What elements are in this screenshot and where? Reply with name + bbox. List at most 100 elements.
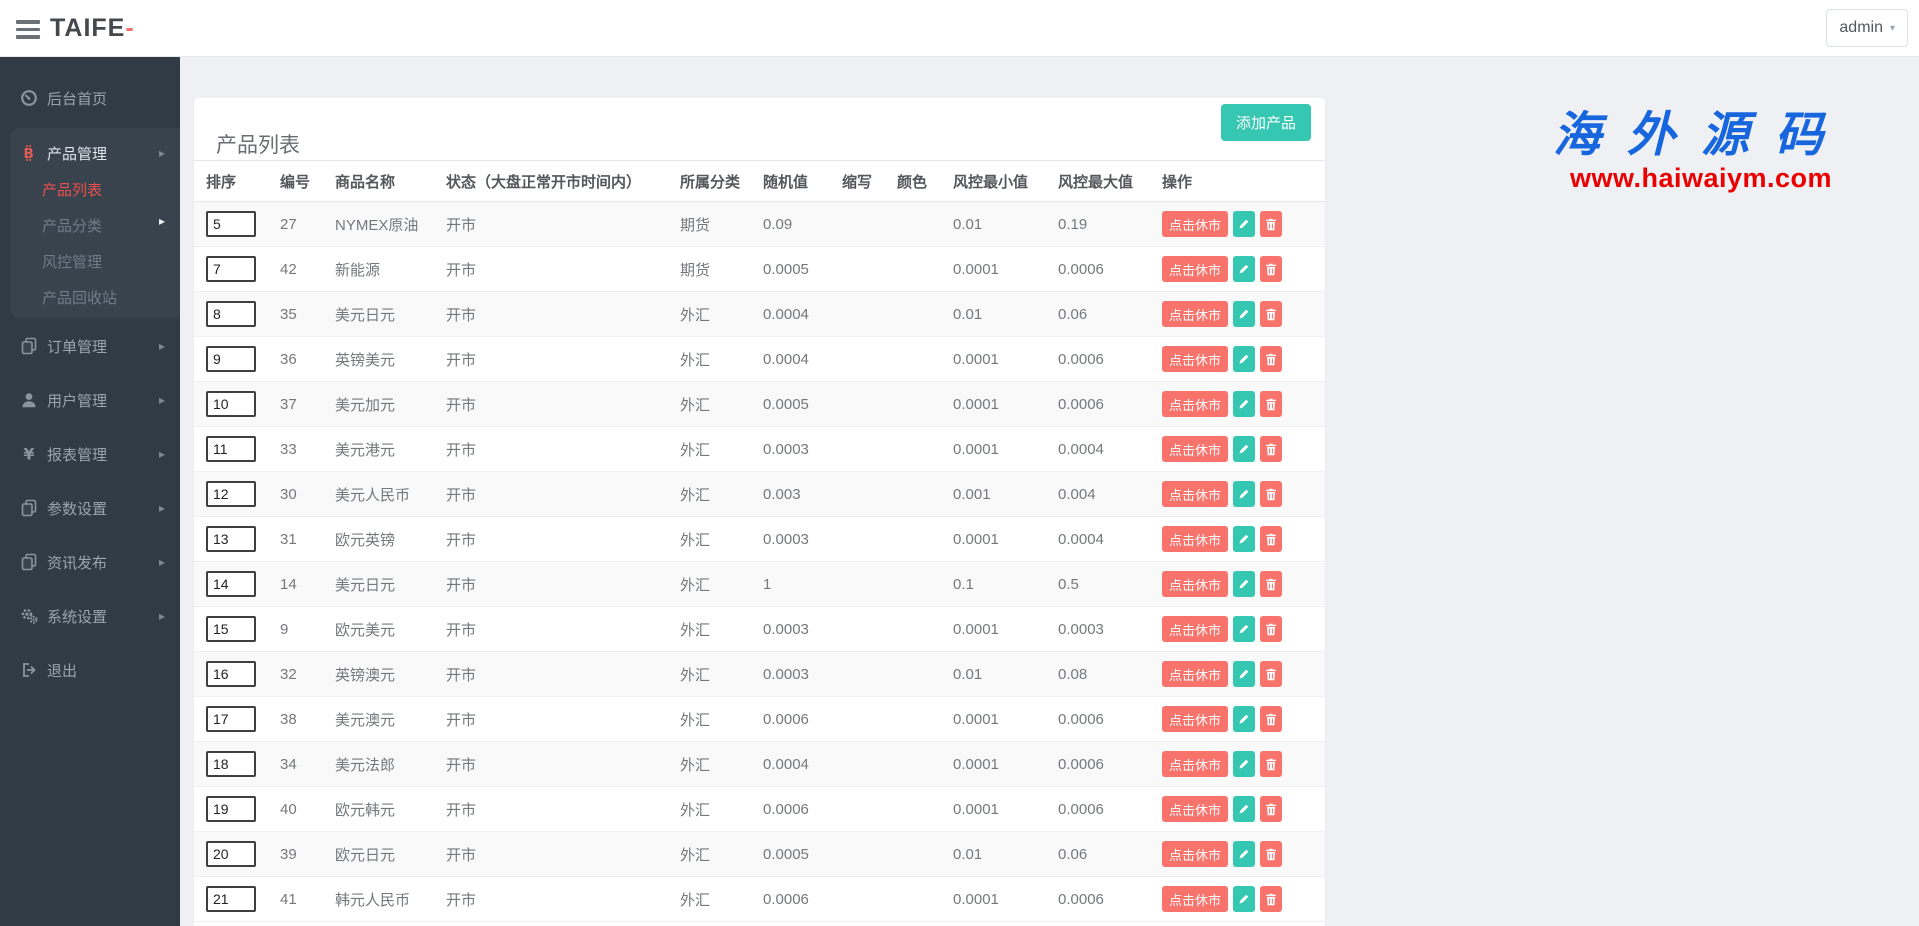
sort-input[interactable] — [206, 256, 256, 282]
edit-button[interactable] — [1233, 841, 1255, 867]
delete-button[interactable] — [1260, 256, 1282, 282]
delete-button[interactable] — [1260, 796, 1282, 822]
sidebar-item-news-publish[interactable]: 资讯发布▸ — [0, 544, 180, 580]
sort-input[interactable] — [206, 616, 256, 642]
table-row: 39欧元日元开市外汇0.00050.010.06点击休市 — [194, 832, 1325, 877]
sidebar-item-system-settings[interactable]: 系统设置▸ — [0, 598, 180, 634]
sort-input[interactable] — [206, 346, 256, 372]
cell-risk_max: 0.06 — [1058, 292, 1162, 337]
delete-button[interactable] — [1260, 391, 1282, 417]
table-row: 31欧元英镑开市外汇0.00030.00010.0004点击休市 — [194, 517, 1325, 562]
close-market-button[interactable]: 点击休市 — [1162, 256, 1228, 282]
product-list-card: 产品列表 添加产品 排序编号商品名称状态（大盘正常开市时间内）所属分类随机值缩写… — [194, 98, 1325, 926]
sidebar-item-risk-management[interactable]: 风控管理 — [10, 243, 180, 279]
edit-button[interactable] — [1233, 481, 1255, 507]
close-market-button[interactable]: 点击休市 — [1162, 706, 1228, 732]
close-market-button[interactable]: 点击休市 — [1162, 346, 1228, 372]
edit-button[interactable] — [1233, 796, 1255, 822]
close-market-button[interactable]: 点击休市 — [1162, 571, 1228, 597]
sidebar-item-product-category[interactable]: 产品分类 — [10, 207, 180, 243]
sort-input[interactable] — [206, 796, 256, 822]
close-market-button[interactable]: 点击休市 — [1162, 886, 1228, 912]
cell-status: 开市 — [446, 877, 680, 922]
pencil-icon — [1238, 623, 1250, 635]
sort-input[interactable] — [206, 751, 256, 777]
sort-input[interactable] — [206, 706, 256, 732]
delete-button[interactable] — [1260, 211, 1282, 237]
edit-button[interactable] — [1233, 706, 1255, 732]
sort-input[interactable] — [206, 211, 256, 237]
close-market-button[interactable]: 点击休市 — [1162, 301, 1228, 327]
delete-button[interactable] — [1260, 751, 1282, 777]
cell-color — [897, 832, 953, 877]
cell-random: 0.0004 — [763, 337, 842, 382]
sort-input[interactable] — [206, 481, 256, 507]
sidebar: 后台首页B产品管理▸产品列表产品分类风控管理产品回收站▸订单管理▸用户管理▸¥报… — [0, 57, 180, 926]
close-market-button[interactable]: 点击休市 — [1162, 211, 1228, 237]
admin-menu-button[interactable]: admin ▾ — [1826, 9, 1908, 47]
close-market-button[interactable]: 点击休市 — [1162, 481, 1228, 507]
edit-button[interactable] — [1233, 256, 1255, 282]
close-market-button[interactable]: 点击休市 — [1162, 751, 1228, 777]
sort-input[interactable] — [206, 436, 256, 462]
sort-input[interactable] — [206, 571, 256, 597]
delete-button[interactable] — [1260, 346, 1282, 372]
sort-input[interactable] — [206, 391, 256, 417]
delete-button[interactable] — [1260, 571, 1282, 597]
close-market-button[interactable]: 点击休市 — [1162, 526, 1228, 552]
cell-sort — [194, 742, 280, 787]
close-market-button[interactable]: 点击休市 — [1162, 841, 1228, 867]
add-product-button[interactable]: 添加产品 — [1221, 104, 1311, 141]
cell-actions: 点击休市 — [1162, 427, 1325, 472]
sort-input[interactable] — [206, 661, 256, 687]
edit-button[interactable] — [1233, 661, 1255, 687]
edit-button[interactable] — [1233, 616, 1255, 642]
sidebar-item-product-recycle-bin[interactable]: 产品回收站 — [10, 279, 180, 315]
sort-input[interactable] — [206, 301, 256, 327]
trash-icon — [1265, 623, 1277, 636]
edit-button[interactable] — [1233, 346, 1255, 372]
sort-input[interactable] — [206, 886, 256, 912]
edit-button[interactable] — [1233, 751, 1255, 777]
edit-button[interactable] — [1233, 301, 1255, 327]
delete-button[interactable] — [1260, 661, 1282, 687]
close-market-button[interactable]: 点击休市 — [1162, 436, 1228, 462]
edit-button[interactable] — [1233, 391, 1255, 417]
delete-button[interactable] — [1260, 481, 1282, 507]
cell-color — [897, 517, 953, 562]
cell-id: 42 — [280, 247, 335, 292]
sort-input[interactable] — [206, 841, 256, 867]
sidebar-item-dashboard-home[interactable]: 后台首页 — [0, 80, 180, 116]
cell-name: 欧元韩元 — [335, 787, 446, 832]
sidebar-item-product-list[interactable]: 产品列表 — [10, 171, 180, 207]
sidebar-item-user-management[interactable]: 用户管理▸ — [0, 382, 180, 418]
close-market-button[interactable]: 点击休市 — [1162, 616, 1228, 642]
edit-button[interactable] — [1233, 526, 1255, 552]
edit-button[interactable] — [1233, 436, 1255, 462]
menu-toggle-icon[interactable] — [16, 20, 40, 38]
cell-random: 0.0005 — [763, 832, 842, 877]
cell-risk_min: 0.0001 — [953, 427, 1058, 472]
delete-button[interactable] — [1260, 616, 1282, 642]
delete-button[interactable] — [1260, 886, 1282, 912]
sidebar-item-product-management[interactable]: B产品管理▸ — [10, 135, 180, 171]
sidebar-item-order-management[interactable]: 订单管理▸ — [0, 328, 180, 364]
close-market-button[interactable]: 点击休市 — [1162, 661, 1228, 687]
edit-button[interactable] — [1233, 571, 1255, 597]
cell-category: 外汇 — [680, 472, 763, 517]
cell-color — [897, 427, 953, 472]
delete-button[interactable] — [1260, 436, 1282, 462]
edit-button[interactable] — [1233, 886, 1255, 912]
delete-button[interactable] — [1260, 841, 1282, 867]
close-market-button[interactable]: 点击休市 — [1162, 391, 1228, 417]
sort-input[interactable] — [206, 526, 256, 552]
sidebar-item-logout[interactable]: 退出 — [0, 652, 180, 688]
delete-button[interactable] — [1260, 526, 1282, 552]
close-market-button[interactable]: 点击休市 — [1162, 796, 1228, 822]
delete-button[interactable] — [1260, 301, 1282, 327]
cell-name: 美元法郎 — [335, 742, 446, 787]
delete-button[interactable] — [1260, 706, 1282, 732]
edit-button[interactable] — [1233, 211, 1255, 237]
sidebar-item-parameter-settings[interactable]: 参数设置▸ — [0, 490, 180, 526]
sidebar-item-report-management[interactable]: ¥报表管理▸ — [0, 436, 180, 472]
